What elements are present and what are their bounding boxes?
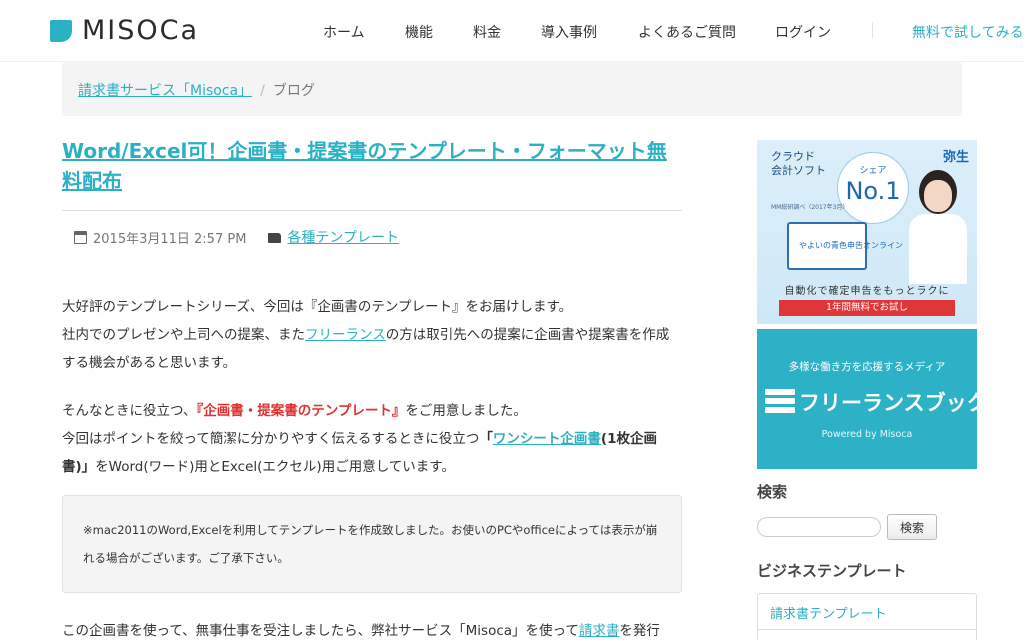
search-input[interactable]: [757, 517, 881, 537]
post-date: 2015年3月11日 2:57 PM: [93, 231, 247, 247]
onesheet-text-a: 今回はポイントを絞って簡潔に分かりやすく伝えるするときに役立つ: [62, 431, 480, 447]
breadcrumb-separator: /: [260, 83, 265, 99]
invoice-link[interactable]: 請求書: [579, 623, 620, 639]
post-meta: 2015年3月11日 2:57 PM 各種テンプレート: [74, 227, 682, 247]
search-button[interactable]: 検索: [887, 514, 937, 540]
nav-home[interactable]: ホーム: [323, 22, 365, 42]
breadcrumb: 請求書サービス「Misoca」 / ブログ: [62, 62, 962, 116]
freelance-book-subtitle: 多様な働き方を応援するメディア: [788, 361, 946, 373]
site-header: MISOCa ホーム 機能 料金 導入事例 よくあるご質問 ログイン 無料で試し…: [0, 0, 1024, 62]
search-widget-title: 検索: [757, 483, 788, 501]
business-template-item-invoice[interactable]: 請求書テンプレート: [758, 594, 976, 630]
post-title-link[interactable]: Word/Excel可！企画書・提案書のテンプレート・フォーマット無料配布: [62, 139, 667, 193]
freelance-link[interactable]: フリーランス: [305, 327, 386, 343]
breadcrumb-home-link[interactable]: 請求書サービス「Misoca」: [78, 83, 252, 99]
paragraph-intro: 大好評のテンプレートシリーズ、今回は『企画書のテンプレート』をお届けします。 社…: [62, 293, 682, 377]
ad-share-badge: シェア No.1: [837, 152, 909, 224]
nav-divider: [872, 22, 873, 38]
closing-text-a: この企画書を使って、無事仕事を受注しましたら、弊社サービス「Misoca」を使っ…: [62, 623, 579, 639]
notice-box: ※mac2011のWord,Excelを利用してテンプレートを作成致しました。お…: [62, 495, 682, 593]
freelance-book-title: フリーランスブック: [799, 391, 977, 415]
nav-case-studies[interactable]: 導入事例: [541, 22, 597, 42]
business-template-title: ビジネステンプレート: [757, 562, 907, 580]
template-text-b: をご用意しました。: [405, 403, 527, 419]
sidebar: クラウド 会計ソフト シェア No.1 MM総研調べ（2017年3月） 弥生 や…: [757, 140, 977, 640]
yayoi-ad-banner[interactable]: クラウド 会計ソフト シェア No.1 MM総研調べ（2017年3月） 弥生 や…: [757, 140, 977, 324]
intro-line-1: 大好評のテンプレートシリーズ、今回は『企画書のテンプレート』をお届けします。: [62, 299, 573, 315]
freelance-book-banner[interactable]: 多様な働き方を応援するメディア フリーランスブック Powered by Mis…: [757, 329, 977, 469]
nav-features[interactable]: 機能: [405, 22, 433, 42]
onesheet-bracket-open: 「: [479, 431, 493, 447]
ad-product-text: 会計ソフト: [771, 164, 826, 177]
main-nav: ホーム 機能 料金 導入事例 よくあるご質問 ログイン: [0, 22, 1024, 42]
nav-login[interactable]: ログイン: [775, 22, 831, 42]
template-text-a: そんなときに役立つ、: [62, 403, 197, 419]
ad-rank: No.1: [845, 177, 901, 205]
folder-icon: [268, 232, 282, 243]
ad-cloud-text: クラウド: [771, 150, 815, 163]
business-template-list: 請求書テンプレート: [757, 593, 977, 640]
search-form: 検索: [757, 514, 977, 540]
template-highlight: 『企画書・提案書のテンプレート』: [196, 403, 406, 419]
breadcrumb-current: ブログ: [272, 83, 315, 99]
ad-free-trial-button[interactable]: 1年間無料でお試し: [779, 300, 955, 316]
ad-model-body: [909, 214, 967, 284]
ad-model-photo: [905, 170, 971, 284]
ad-cloud-label: クラウド 会計ソフト: [771, 150, 826, 178]
post-category-link[interactable]: 各種テンプレート: [287, 227, 399, 247]
ad-brand: 弥生: [942, 150, 969, 165]
nav-pricing[interactable]: 料金: [473, 22, 501, 42]
paragraph-template: そんなときに役立つ、『企画書・提案書のテンプレート』をご用意しました。 今回はポ…: [62, 397, 682, 481]
onesheet-link[interactable]: ワンシート企画書: [493, 431, 601, 447]
ad-tagline: 自動化で確定申告をもっとラクに: [784, 286, 950, 297]
business-template-item[interactable]: [758, 630, 976, 640]
nav-faq[interactable]: よくあるご質問: [638, 22, 736, 42]
book-stack-icon: [765, 389, 795, 415]
ad-model-face: [924, 180, 952, 212]
title-divider: [62, 210, 682, 211]
free-trial-link[interactable]: 無料で試してみる: [912, 22, 1024, 42]
onesheet-text-b: をWord(ワード)用とExcel(エクセル)用ご用意しています。: [95, 459, 455, 475]
closing-text-b: を発行: [619, 623, 660, 639]
post-content: Word/Excel可！企画書・提案書のテンプレート・フォーマット無料配布 20…: [62, 136, 682, 640]
ad-share-label: シェア: [859, 166, 887, 176]
paragraph-closing: この企画書を使って、無事仕事を受注しましたら、弊社サービス「Misoca」を使っ…: [62, 617, 682, 640]
freelance-book-powered: Powered by Misoca: [821, 429, 913, 440]
calendar-icon: [74, 230, 87, 244]
post-body: 大好評のテンプレートシリーズ、今回は『企画書のテンプレート』をお届けします。 社…: [62, 293, 682, 481]
intro-text-a: 社内でのプレゼンや上司への提案、また: [62, 327, 305, 343]
ad-device-label: やよいの青色申告オンライン: [799, 241, 903, 250]
notice-text: ※mac2011のWord,Excelを利用してテンプレートを作成致しました。お…: [83, 523, 658, 565]
ad-footnote: MM総研調べ（2017年3月）: [771, 204, 849, 211]
